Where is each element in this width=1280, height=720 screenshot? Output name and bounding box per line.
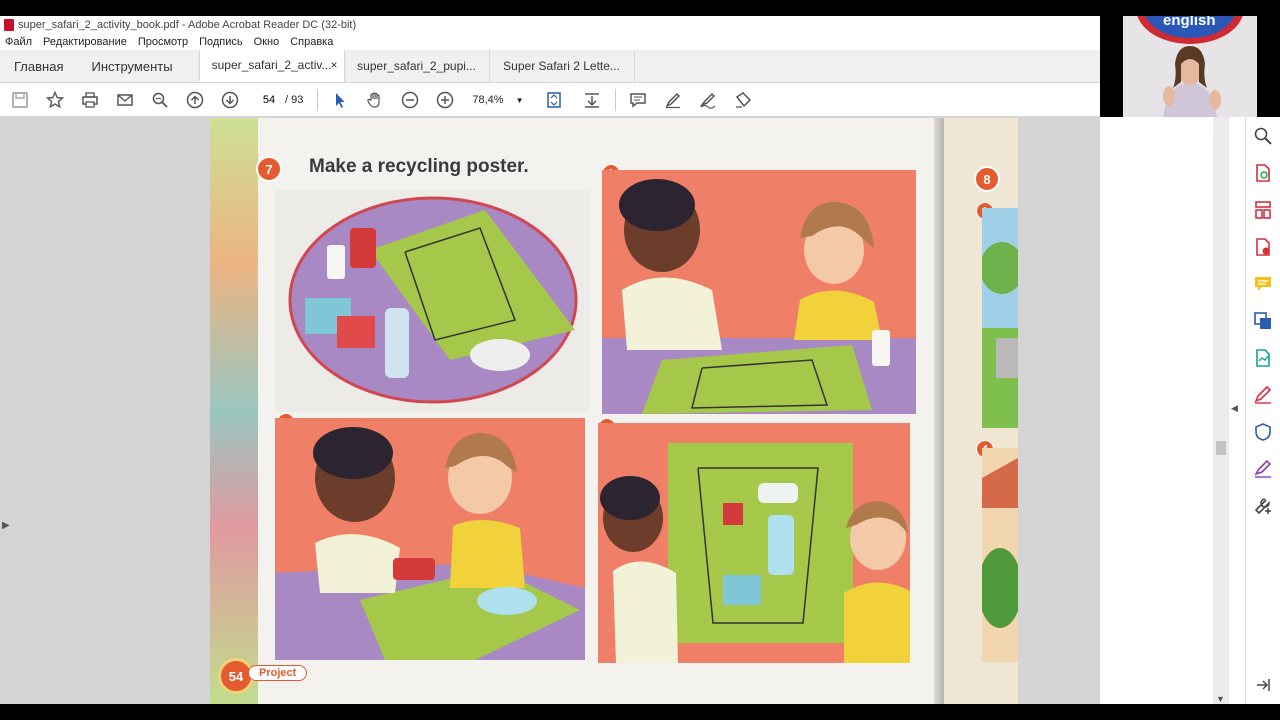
total-pages: / 93 [285, 94, 304, 106]
menu-help[interactable]: Справка [290, 36, 333, 48]
comic-panel-2 [275, 418, 585, 660]
document-tab-label: super_safari_2_pupi... [357, 59, 476, 73]
scroll-mode-button[interactable] [580, 88, 604, 112]
protect-shield-icon[interactable] [1253, 422, 1273, 442]
more-tools-icon[interactable] [1253, 496, 1273, 516]
page-down-icon [221, 91, 239, 109]
page-up-icon [186, 91, 204, 109]
comment-icon[interactable] [1253, 274, 1273, 294]
page-fit-button[interactable] [539, 88, 569, 112]
document-tab-pupils-book[interactable]: super_safari_2_pupi... [343, 50, 489, 82]
search-icon [152, 92, 168, 108]
zoom-out-icon [402, 91, 419, 109]
draw-icon [700, 92, 716, 109]
menu-view[interactable]: Просмотр [138, 36, 188, 48]
select-tool-button[interactable] [328, 88, 352, 112]
comic-panel-1 [602, 170, 916, 414]
activity-number-badge: 7 [256, 156, 282, 182]
zoom-out-button[interactable] [398, 88, 422, 112]
comment-icon [630, 93, 647, 108]
expand-left-panel-icon[interactable]: ▶ [2, 520, 10, 531]
next-page-preview: 8 1 4 [944, 118, 1018, 704]
toolbar-separator [317, 89, 319, 111]
webcam-image [1123, 16, 1257, 117]
house-illustration [982, 448, 1018, 662]
zoom-value: 78,4% [472, 94, 504, 106]
document-tab-letters[interactable]: Super Safari 2 Lette... [488, 50, 635, 82]
cursor-arrow-icon [336, 93, 345, 108]
zoom-dropdown[interactable]: 78,4% ▼ [472, 94, 523, 106]
park-illustration [982, 208, 1018, 428]
fill-sign-icon[interactable] [1253, 459, 1273, 479]
scroll-mode-icon [585, 93, 600, 108]
draw-button[interactable] [696, 88, 720, 112]
menu-window[interactable]: Окно [254, 36, 280, 48]
document-tab-activity-book[interactable]: super_safari_2_activ... × [198, 50, 344, 82]
pen-icon [665, 92, 681, 109]
collapse-right-panel-icon[interactable]: ◀ [1231, 403, 1238, 414]
activity-number-badge: 8 [974, 166, 1000, 192]
scroll-down-icon[interactable]: ▼ [1216, 694, 1225, 704]
comment-button[interactable] [626, 88, 650, 112]
webcam-logo-text: english [1163, 16, 1216, 29]
highlight-button[interactable] [661, 88, 685, 112]
book-spine [934, 118, 944, 704]
scrollbar-thumb[interactable] [1216, 441, 1226, 455]
toolbar-separator [615, 89, 617, 111]
pdf-page: 7 Make a recycling poster. 1 2 [210, 118, 1018, 704]
zoom-in-button[interactable] [433, 88, 457, 112]
materials-illustration [275, 190, 590, 412]
top-black-bar [0, 0, 1280, 16]
activity-heading: Make a recycling poster. [309, 156, 529, 177]
hand-tool-button[interactable] [363, 88, 387, 112]
menu-edit[interactable]: Редактирование [43, 36, 127, 48]
save-button[interactable] [8, 88, 32, 112]
tab-bar: Главная Инструменты super_safari_2_activ… [0, 50, 1100, 83]
main-toolbar: / 93 78,4% ▼ [0, 83, 1100, 118]
menu-sign[interactable]: Подпись [199, 36, 243, 48]
next-page-button[interactable] [218, 88, 242, 112]
page-section-label: Project [248, 665, 308, 681]
edit-pen-icon[interactable] [1253, 385, 1273, 405]
document-tab-label: Super Safari 2 Lette... [503, 59, 620, 73]
crayon-border-illustration [210, 118, 258, 704]
sign-icon [736, 92, 752, 108]
title-bar: super_safari_2_activity_book.pdf - Adobe… [0, 16, 1100, 34]
page-navigation: / 93 [253, 90, 303, 110]
vertical-scrollbar[interactable]: ◀ ▼ [1213, 117, 1238, 704]
print-button[interactable] [78, 88, 102, 112]
collapse-panel-icon[interactable] [1253, 675, 1273, 695]
sign-button[interactable] [731, 88, 755, 112]
print-icon [82, 92, 98, 108]
scan-enhance-icon[interactable] [1253, 348, 1273, 368]
pdf-icon [4, 19, 14, 31]
star-icon [46, 91, 64, 109]
combine-files-icon[interactable] [1253, 311, 1273, 331]
search-icon[interactable] [1253, 126, 1273, 146]
menu-file[interactable]: Файл [5, 36, 32, 48]
document-tab-label: super_safari_2_activ... [211, 58, 332, 72]
comic-panel-3 [598, 423, 910, 663]
email-button[interactable] [113, 88, 137, 112]
export-pdf-icon[interactable] [1253, 163, 1273, 183]
window-title: super_safari_2_activity_book.pdf - Adobe… [18, 19, 357, 31]
tab-home[interactable]: Главная [0, 50, 77, 82]
organize-pages-icon[interactable] [1253, 200, 1273, 220]
page-fit-icon [547, 92, 562, 108]
save-icon [12, 92, 28, 108]
previous-page-button[interactable] [183, 88, 207, 112]
mail-icon [117, 94, 133, 106]
close-icon[interactable]: × [331, 58, 338, 72]
hand-icon [367, 92, 380, 108]
webcam-overlay: english [1123, 16, 1257, 117]
tab-tools[interactable]: Инструменты [77, 50, 186, 82]
bookmark-button[interactable] [43, 88, 67, 112]
page-number-input[interactable] [253, 90, 285, 110]
menu-bar: Файл Редактирование Просмотр Подпись Окн… [0, 34, 1100, 50]
create-pdf-icon[interactable] [1253, 237, 1273, 257]
chevron-down-icon: ▼ [515, 95, 524, 105]
zoom-in-icon [437, 91, 454, 109]
tools-side-panel [1245, 117, 1280, 704]
find-button[interactable] [148, 88, 172, 112]
